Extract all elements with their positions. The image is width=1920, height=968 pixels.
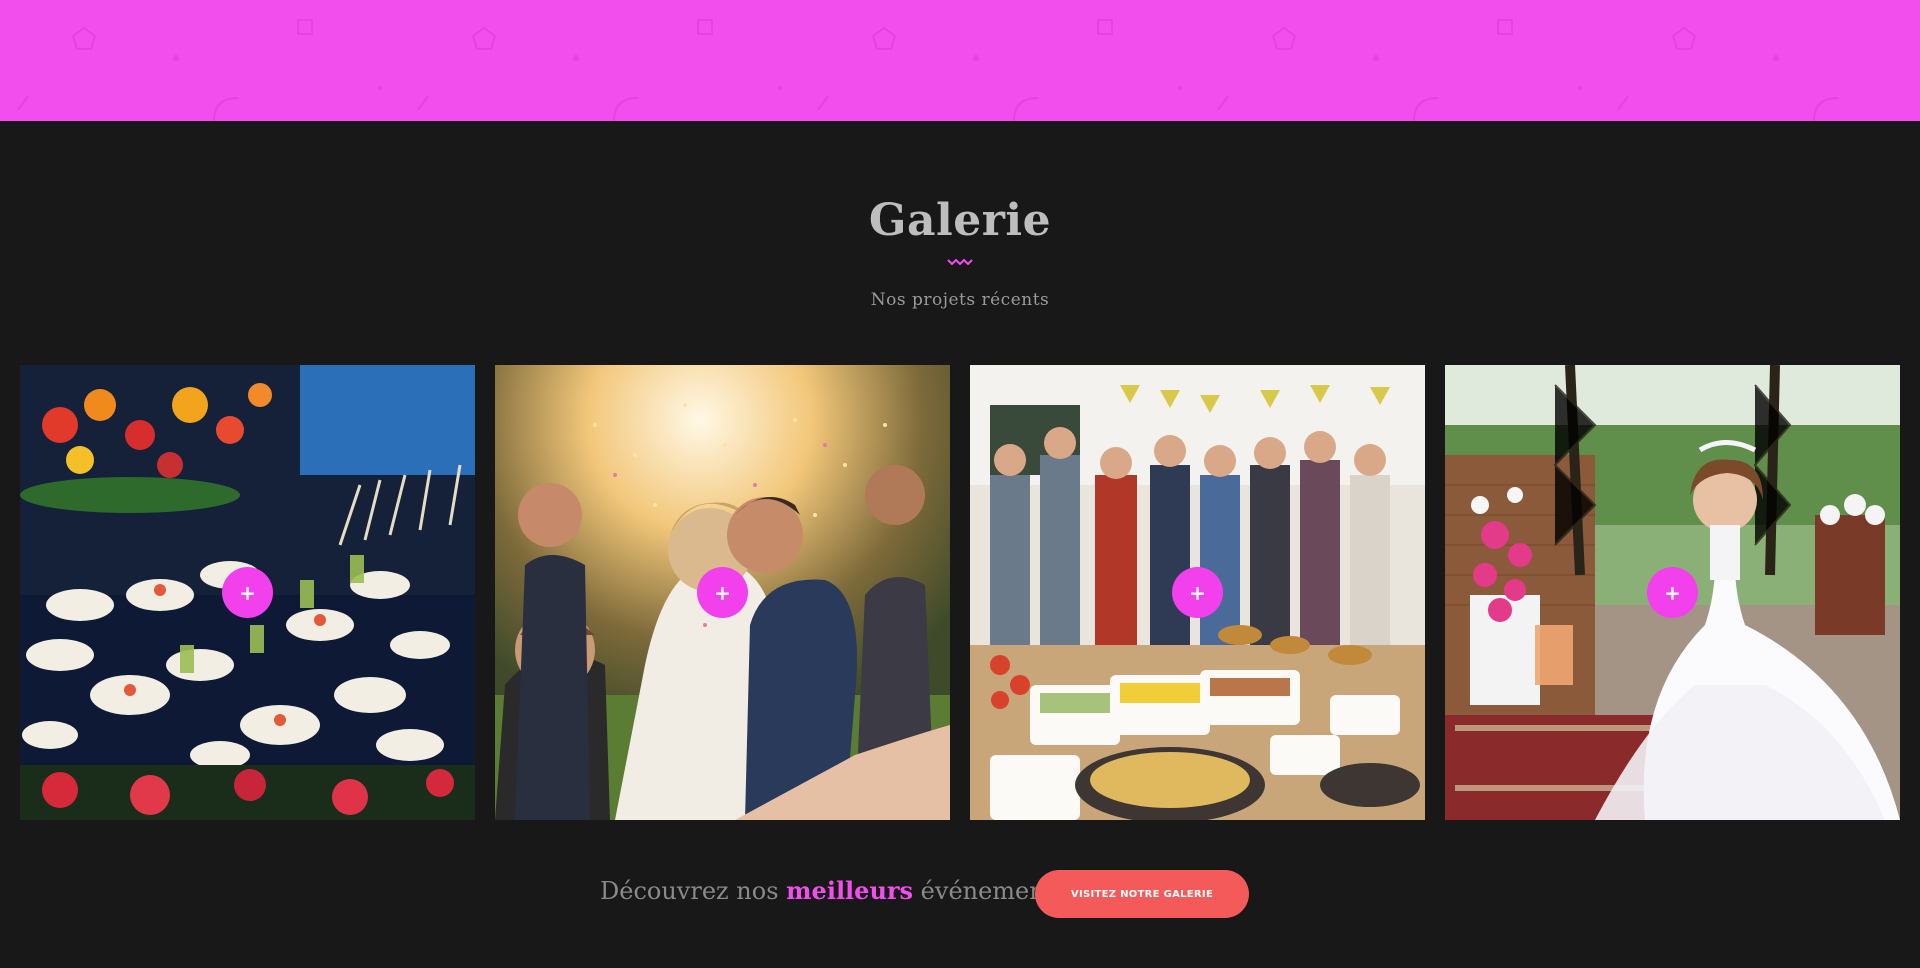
banner-pattern xyxy=(17,19,1839,121)
gallery-plus-button[interactable]: + xyxy=(1647,567,1698,618)
top-banner xyxy=(0,0,1920,121)
cta-text-highlight: meilleurs xyxy=(786,876,914,905)
gallery-plus-button[interactable]: + xyxy=(1172,567,1223,618)
cta-text: Découvrez nos meilleurs événements xyxy=(600,876,1067,905)
gallery-item-catering[interactable]: + xyxy=(20,365,475,820)
gallery-item-girl[interactable]: + xyxy=(1445,365,1900,820)
gallery-plus-button[interactable]: + xyxy=(697,567,748,618)
section-title: Galerie xyxy=(868,195,1052,246)
squiggle-divider-icon xyxy=(947,258,973,266)
gallery-item-party[interactable]: + xyxy=(970,365,1425,820)
cta-text-before: Découvrez nos xyxy=(600,877,787,905)
gallery-item-wedding[interactable]: + xyxy=(495,365,950,820)
gallery-plus-button[interactable]: + xyxy=(222,567,273,618)
visit-gallery-button[interactable]: VISITEZ NOTRE GALERIE xyxy=(1035,870,1249,918)
section-subtitle: Nos projets récents xyxy=(870,290,1050,310)
